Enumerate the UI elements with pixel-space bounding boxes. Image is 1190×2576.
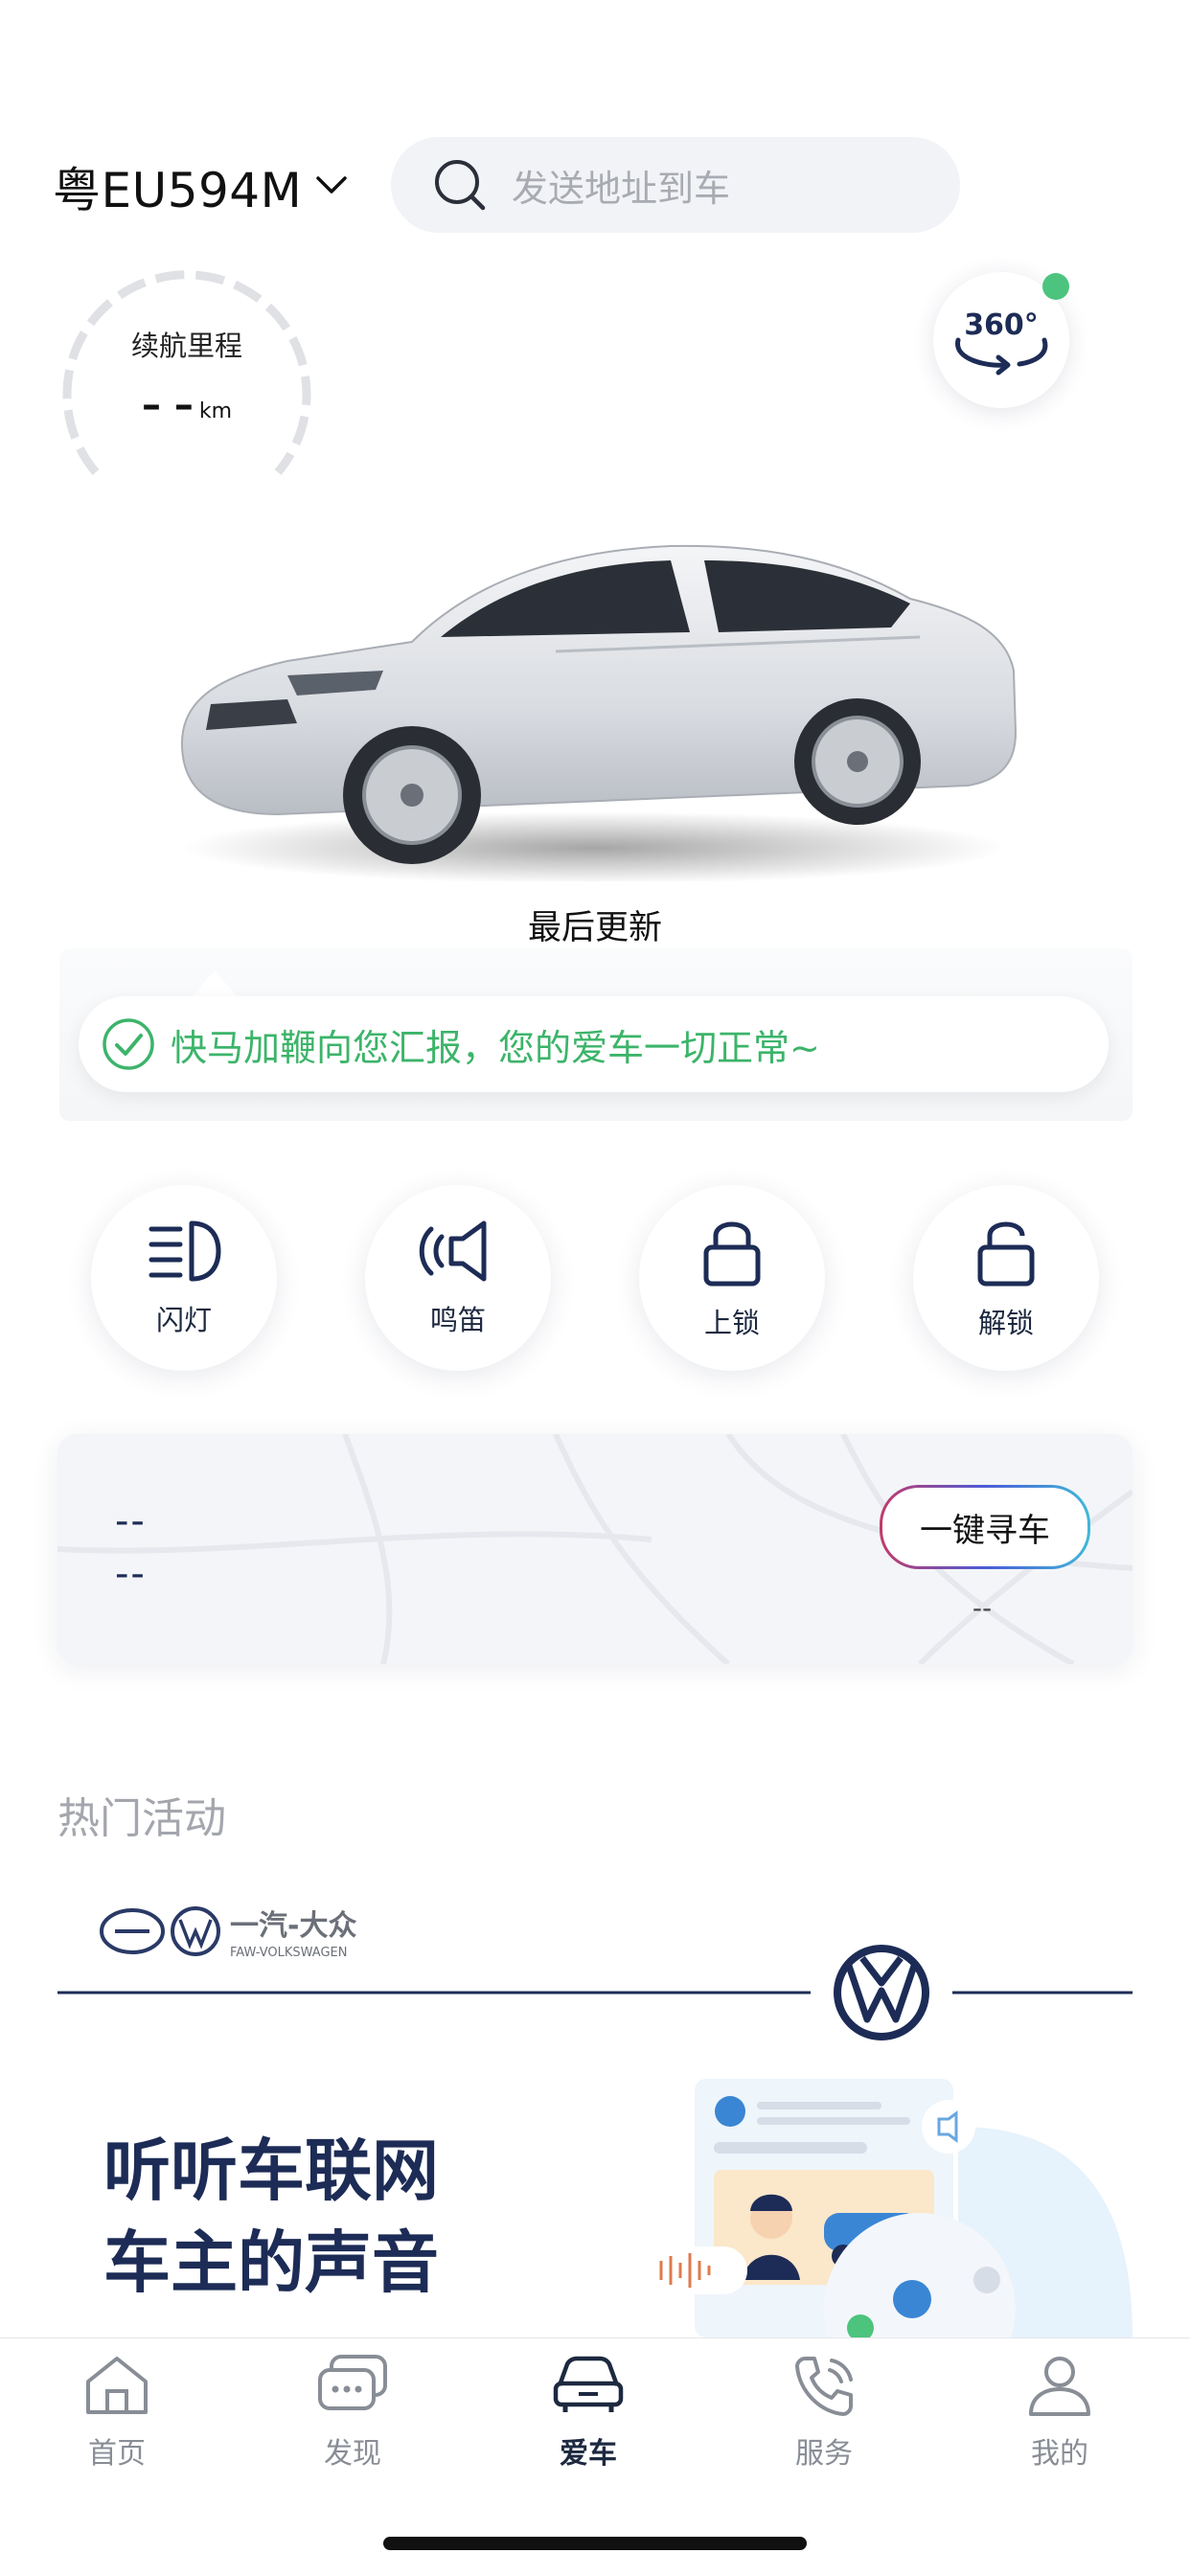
range-unit: km bbox=[198, 399, 233, 423]
hot-activities-title: 热门活动 bbox=[57, 1794, 226, 1843]
banner-illustration bbox=[632, 2079, 1133, 2337]
distance-text: -- bbox=[972, 1592, 993, 1624]
lock-button[interactable]: 上锁 bbox=[639, 1185, 825, 1371]
tab-my-car-label: 爱车 bbox=[560, 2437, 617, 2471]
bubble-tail bbox=[192, 970, 238, 997]
unlock-label: 解锁 bbox=[977, 1307, 1034, 1339]
check-circle-icon bbox=[102, 1017, 155, 1071]
home-indicator bbox=[383, 2537, 807, 2550]
tab-discover-label: 发现 bbox=[324, 2437, 381, 2471]
vehicle-address-text: -- bbox=[115, 1552, 147, 1596]
chevron-down-icon bbox=[315, 173, 348, 200]
svg-text:车主的声音: 车主的声音 bbox=[103, 2223, 439, 2302]
activity-banner[interactable]: 一汽-大众 FAW-VOLKSWAGEN 听听车联网 车主的声音 bbox=[0, 1878, 1190, 2337]
flash-lights-button[interactable]: 闪灯 bbox=[91, 1185, 277, 1371]
svg-text:360°: 360° bbox=[964, 308, 1039, 342]
search-placeholder: 发送地址到车 bbox=[512, 167, 731, 210]
home-icon bbox=[80, 2353, 153, 2422]
plate-number: 粤EU594M bbox=[53, 163, 303, 218]
tab-profile-label: 我的 bbox=[1031, 2437, 1088, 2471]
vehicle-location-text: -- bbox=[115, 1499, 147, 1543]
range-number: – – bbox=[141, 383, 194, 427]
unlock-icon bbox=[973, 1215, 1040, 1291]
search-icon bbox=[433, 158, 487, 212]
unlock-button[interactable]: 解锁 bbox=[913, 1185, 1099, 1371]
range-value: – – km bbox=[57, 383, 316, 427]
status-message: 快马加鞭向您汇报，您的爱车一切正常~ bbox=[171, 1026, 820, 1069]
discover-icon bbox=[314, 2353, 391, 2422]
horn-label: 鸣笛 bbox=[429, 1304, 486, 1336]
rotate-360-icon: 360° bbox=[955, 308, 1048, 376]
faw-logo bbox=[100, 1906, 220, 1956]
horn-icon bbox=[415, 1218, 501, 1288]
status-bubble: 快马加鞭向您汇报，您的爱车一切正常~ bbox=[79, 996, 1109, 1092]
last-update-label: 最后更新 bbox=[527, 909, 662, 947]
flash-lights-label: 闪灯 bbox=[155, 1304, 212, 1336]
svg-text:一汽-大众: 一汽-大众 bbox=[230, 1909, 356, 1943]
range-gauge bbox=[57, 263, 316, 493]
user-icon bbox=[1023, 2353, 1096, 2422]
car-icon bbox=[550, 2353, 627, 2422]
phone-icon bbox=[788, 2353, 860, 2422]
lock-icon bbox=[698, 1215, 766, 1291]
tab-discover[interactable]: 发现 bbox=[281, 2353, 424, 2472]
find-car-button[interactable]: 一键寻车 bbox=[880, 1485, 1090, 1569]
search-bar[interactable]: 发送地址到车 bbox=[391, 137, 960, 233]
range-label: 续航里程 bbox=[130, 330, 242, 362]
svg-text:FAW-VOLKSWAGEN: FAW-VOLKSWAGEN bbox=[230, 1946, 347, 1960]
tab-profile[interactable]: 我的 bbox=[988, 2353, 1132, 2472]
horn-button[interactable]: 鸣笛 bbox=[365, 1185, 551, 1371]
headlight-icon bbox=[146, 1218, 222, 1288]
tab-service[interactable]: 服务 bbox=[752, 2353, 896, 2472]
tab-service-label: 服务 bbox=[795, 2437, 853, 2471]
tab-home-label: 首页 bbox=[88, 2437, 146, 2471]
svg-text:听听车联网: 听听车联网 bbox=[103, 2131, 439, 2210]
lock-label: 上锁 bbox=[703, 1307, 760, 1339]
vw-logo bbox=[834, 1945, 929, 2040]
tab-my-car[interactable]: 爱车 bbox=[516, 2353, 660, 2472]
tab-home[interactable]: 首页 bbox=[45, 2353, 189, 2472]
vehicle-selector[interactable]: 粤EU594M bbox=[53, 153, 348, 220]
online-status-dot bbox=[1042, 273, 1069, 300]
car-image bbox=[153, 508, 1035, 884]
